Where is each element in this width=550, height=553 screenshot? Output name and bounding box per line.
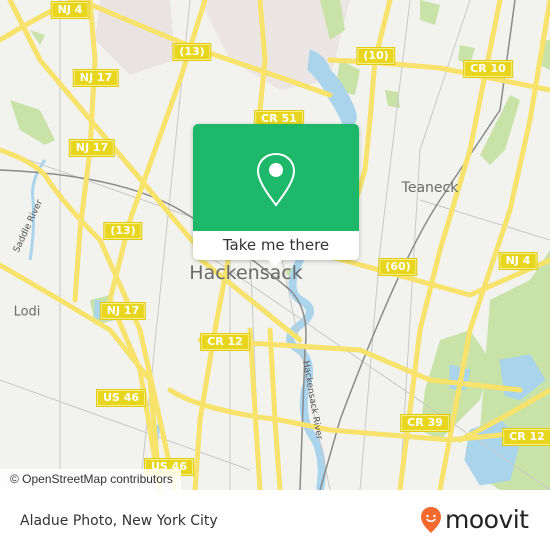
map-canvas[interactable]: NJ 4 (13) (10) CR 10 NJ 17 CR 51 NJ 17 (… <box>0 0 550 490</box>
road-shield: NJ 17 <box>99 302 147 320</box>
road-shield: CR 39 <box>400 414 450 432</box>
road-shield: (60) <box>378 258 418 276</box>
road-shield: (13) <box>103 222 143 240</box>
moovit-logo[interactable]: moovit <box>420 504 529 536</box>
road-shield: NJ 17 <box>68 139 116 157</box>
popup-pointer <box>266 258 284 267</box>
road-shield: NJ 4 <box>498 252 538 270</box>
road-shield: CR 10 <box>463 60 513 78</box>
map-attribution[interactable]: © OpenStreetMap contributors <box>0 469 181 490</box>
footer-bar: Aladue Photo, New York City moovit <box>0 490 550 550</box>
moovit-wordmark: moovit <box>445 505 529 534</box>
location-title: Aladue Photo, New York City <box>20 513 218 529</box>
place-label-hackensack: Hackensack <box>189 262 303 284</box>
road-shield: NJ 17 <box>72 69 120 87</box>
road-shield: CR 12 <box>502 428 550 446</box>
location-pin-icon <box>256 152 296 207</box>
moovit-pin-icon <box>421 507 441 533</box>
destination-popup: Take me there <box>193 124 359 267</box>
road-shield: CR 12 <box>200 333 250 351</box>
take-me-there-button[interactable]: Take me there <box>193 231 359 260</box>
road-shield: (13) <box>172 43 212 61</box>
road-shield: (10) <box>356 47 396 65</box>
road-shield: NJ 4 <box>50 1 90 19</box>
road-shield: US 46 <box>96 389 146 407</box>
place-label-lodi: Lodi <box>13 304 41 320</box>
popup-header <box>193 124 359 231</box>
place-label-teaneck: Teaneck <box>401 180 459 196</box>
